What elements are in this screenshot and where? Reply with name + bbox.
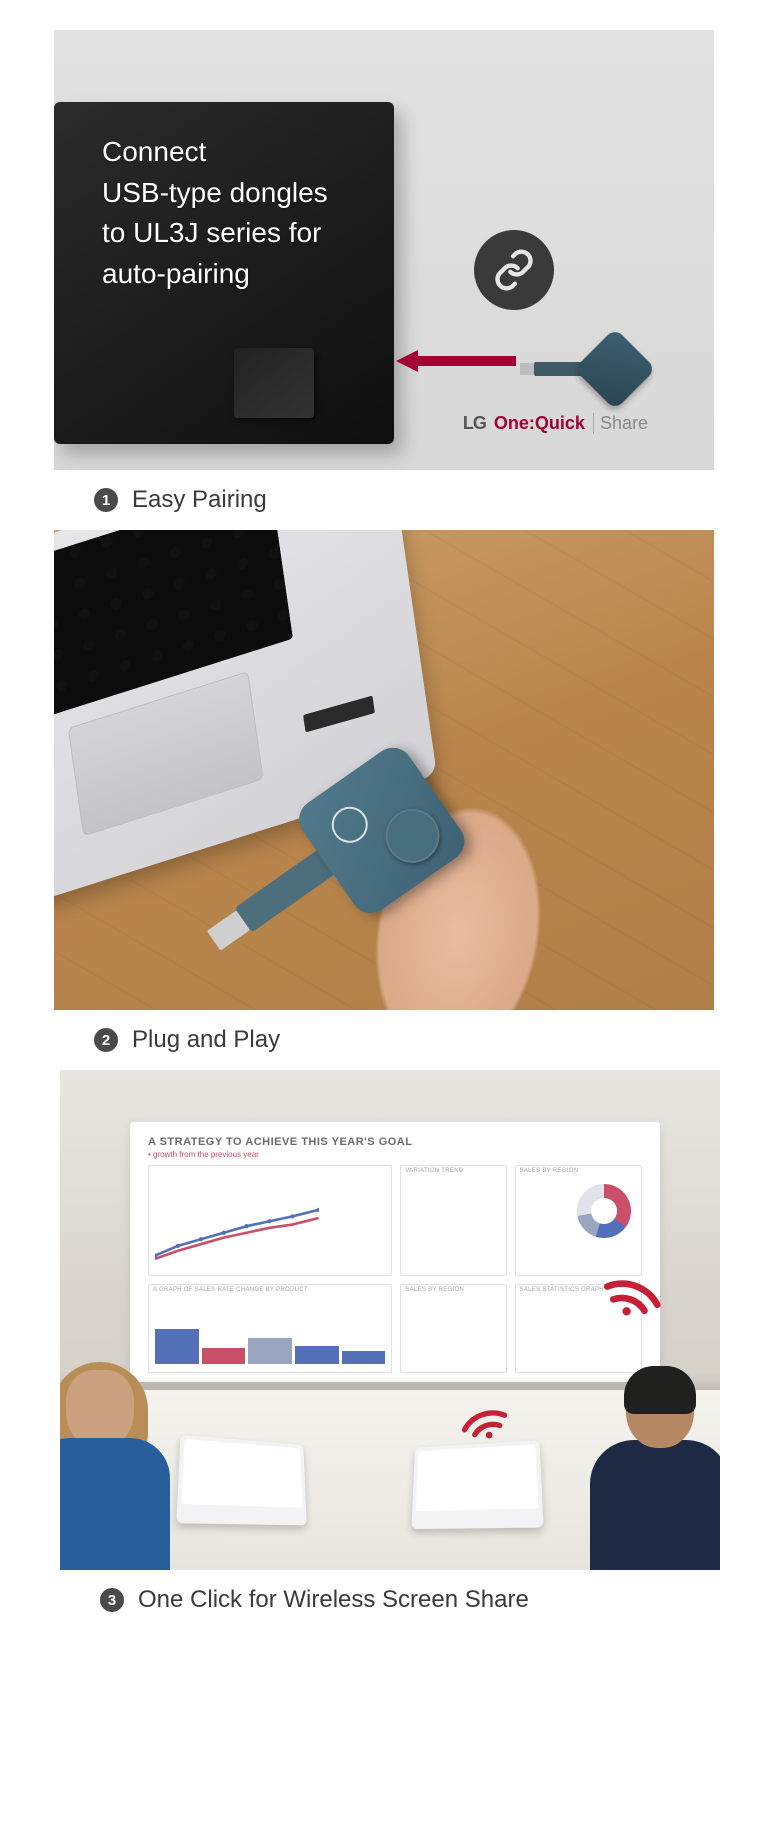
person-graphic bbox=[60, 1360, 170, 1570]
step-caption: Plug and Play bbox=[132, 1026, 280, 1054]
image-plug-and-play bbox=[54, 530, 714, 1010]
step-caption: Easy Pairing bbox=[132, 486, 267, 514]
laptop-small-graphic bbox=[411, 1440, 543, 1529]
pie-icon bbox=[577, 1184, 631, 1238]
brand-lg-text: LG bbox=[463, 413, 486, 434]
caption-bar-3: 3 One Click for Wireless Screen Share bbox=[60, 1570, 720, 1630]
caption-bar-1: 1 Easy Pairing bbox=[54, 470, 714, 530]
section-plug-and-play: 2 Plug and Play bbox=[54, 530, 714, 1070]
caption-bar-2: 2 Plug and Play bbox=[54, 1010, 714, 1070]
dongle-button-graphic bbox=[375, 798, 450, 873]
step-caption: One Click for Wireless Screen Share bbox=[138, 1586, 529, 1614]
step-number-badge: 2 bbox=[94, 1028, 118, 1052]
chart-rate-change: A GRAPH OF SALES RATE CHANGE BY PRODUCT bbox=[148, 1284, 392, 1373]
step-number-badge: 1 bbox=[94, 488, 118, 512]
overlay-text: Connect USB-type dongles to UL3J series … bbox=[102, 132, 328, 294]
chart-sales-region-bar: SALES BY REGION bbox=[400, 1284, 506, 1373]
chart-variation-trend: VARIATION TREND bbox=[400, 1165, 506, 1276]
image-wireless-screen-share: A STRATEGY TO ACHIEVE THIS YEAR'S GOAL •… bbox=[60, 1070, 720, 1570]
chart-line-main bbox=[148, 1165, 392, 1276]
presentation-screen-graphic: A STRATEGY TO ACHIEVE THIS YEAR'S GOAL •… bbox=[130, 1122, 660, 1382]
image-easy-pairing: Connect USB-type dongles to UL3J series … bbox=[54, 30, 714, 470]
person-graphic bbox=[590, 1360, 720, 1570]
brand-share-text: Share bbox=[593, 413, 648, 434]
step-number-badge: 3 bbox=[100, 1588, 124, 1612]
lg-logo-icon bbox=[325, 800, 375, 850]
arrow-left-icon bbox=[396, 350, 516, 372]
section-easy-pairing: Connect USB-type dongles to UL3J series … bbox=[54, 30, 714, 530]
section-wireless-screen-share: A STRATEGY TO ACHIEVE THIS YEAR'S GOAL •… bbox=[60, 1070, 720, 1630]
brand-onequick-text: One:Quick bbox=[494, 413, 585, 434]
tv-back-graphic: Connect USB-type dongles to UL3J series … bbox=[54, 102, 394, 444]
bar-group-icon bbox=[155, 1321, 385, 1364]
dashboard-title: A STRATEGY TO ACHIEVE THIS YEAR'S GOAL bbox=[148, 1136, 642, 1148]
laptop-small-graphic bbox=[176, 1435, 306, 1526]
link-icon bbox=[474, 230, 554, 310]
brand-one-quick-share: LG One:Quick Share bbox=[463, 413, 648, 434]
tv-ports-graphic bbox=[234, 348, 314, 418]
dashboard-subtitle: • growth from the previous year bbox=[148, 1150, 642, 1159]
dongle-graphic bbox=[534, 330, 644, 410]
